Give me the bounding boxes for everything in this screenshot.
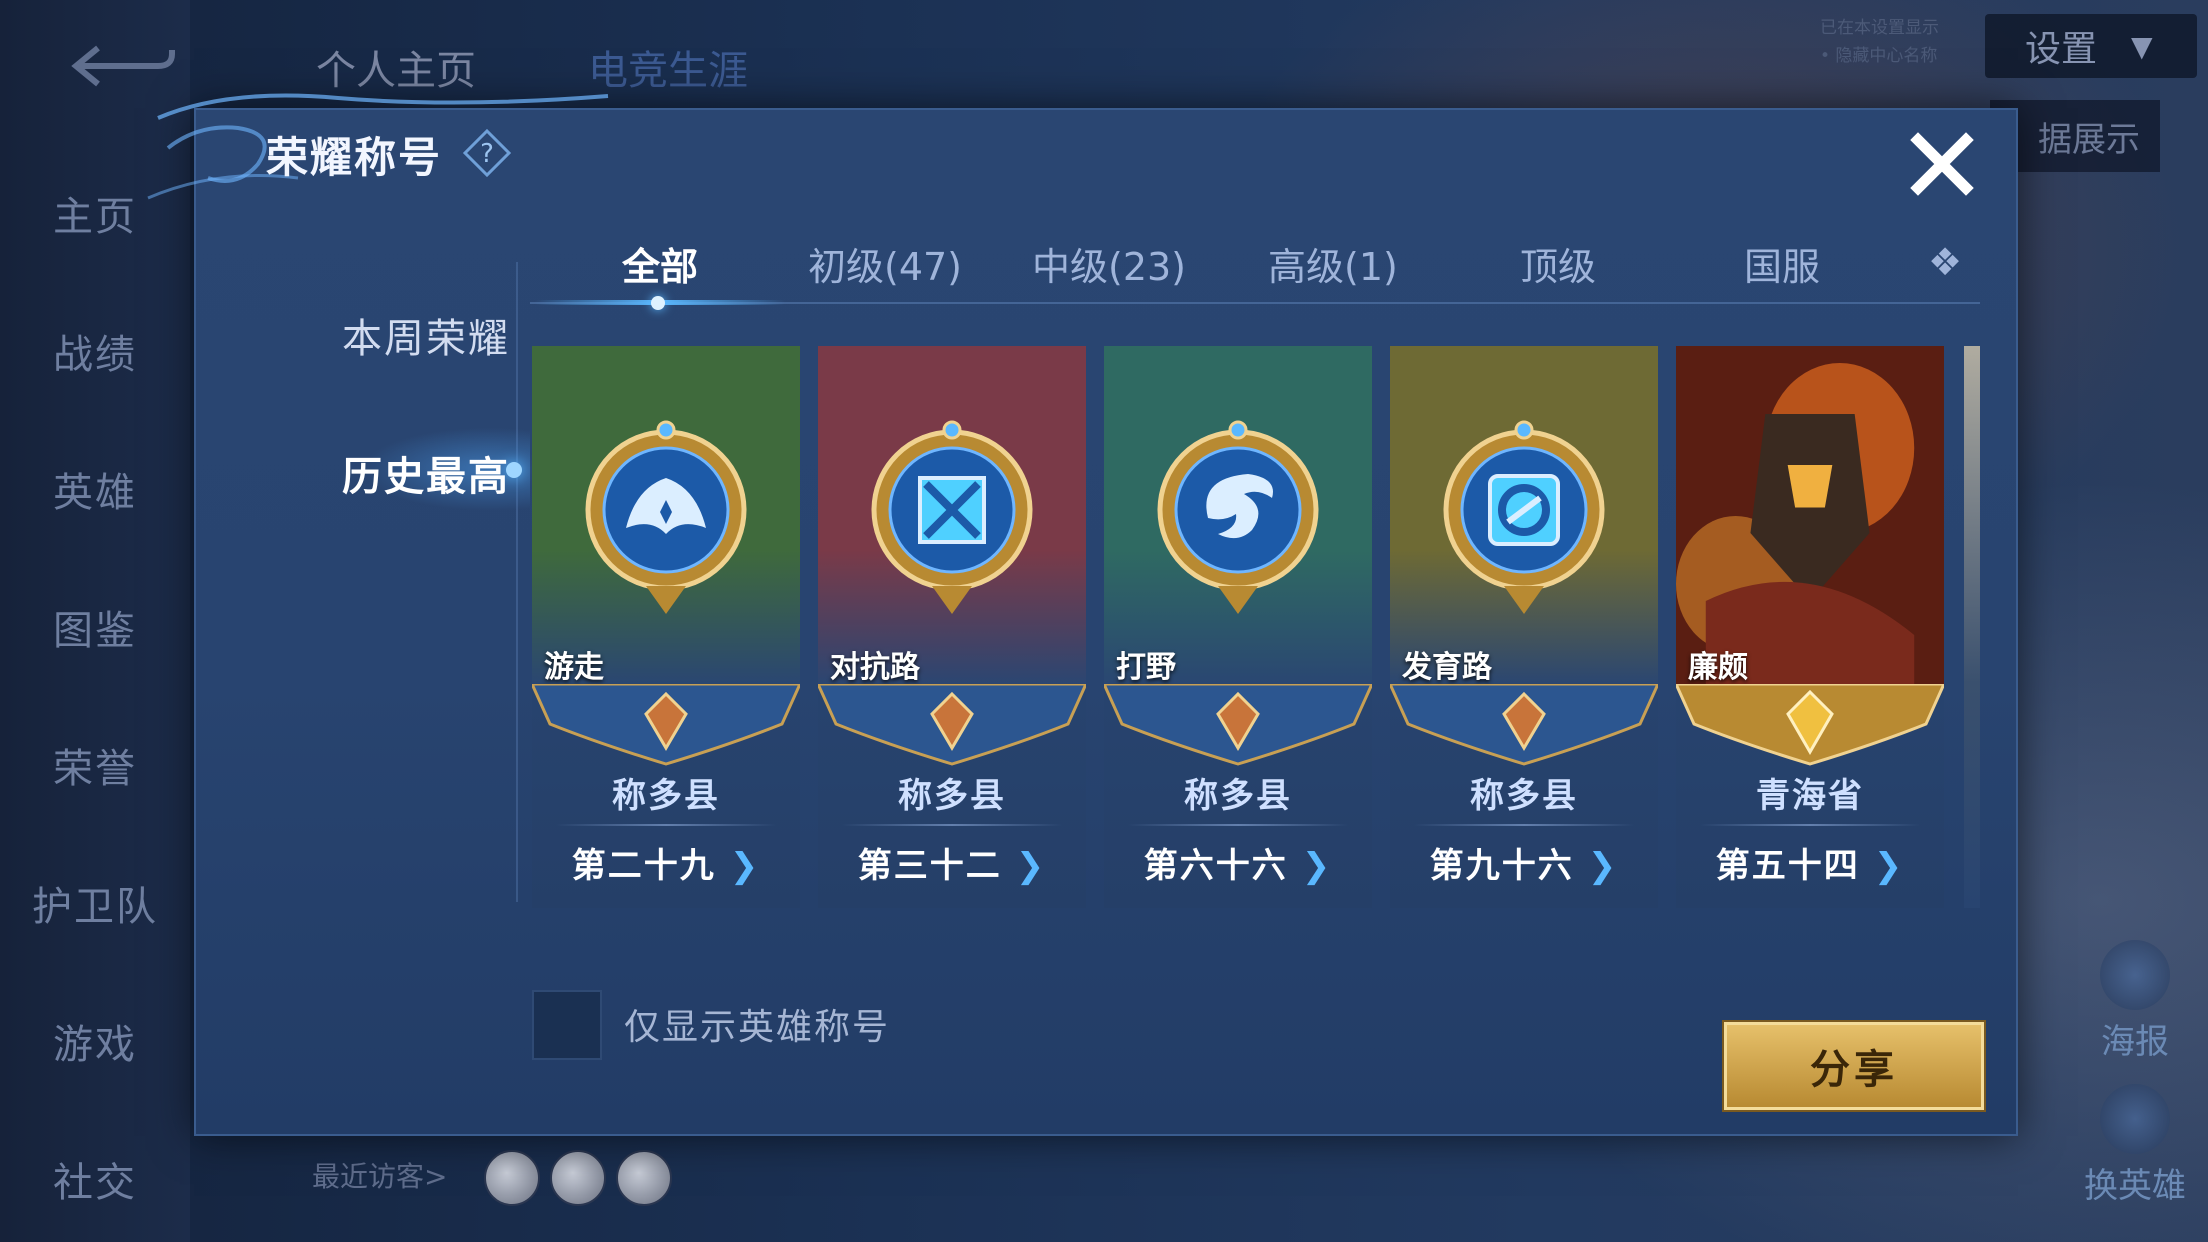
nav-item-games[interactable]: 游戏 [0,1012,190,1070]
poster-icon [2100,940,2170,1010]
rank-label: 第二十九 ❯ [532,838,800,887]
close-icon[interactable] [1910,132,1974,196]
nav-item-heroes[interactable]: 英雄 [0,460,190,518]
left-divider [516,262,518,902]
chevron-down-icon: ▼ [2131,29,2153,63]
rank-banner [818,684,1086,766]
change-hero-label: 换英雄 [2084,1166,2186,1206]
chevron-right-icon: ❯ [1873,846,1905,886]
card-divider [556,824,776,826]
svg-text:?: ? [480,139,494,169]
dialog-title: 荣耀称号 [266,133,443,182]
rank-text: 第三十二 [857,846,1002,886]
region-label: 称多县 [898,776,1006,816]
card-divider [1414,824,1634,826]
change-hero-icon [2100,1084,2170,1154]
chevron-right-icon: ❯ [729,846,761,886]
tab-all[interactable]: 全部 [622,236,698,291]
rank-text: 第六十六 [1143,846,1288,886]
tab-advanced[interactable]: 高级(1) [1268,236,1398,291]
card-divider [1128,824,1348,826]
title-card[interactable]: 对抗路 称多县 第三十二 ❯ [818,346,1086,908]
settings-label: 设置 [2025,29,2098,70]
rank-label: 第九十六 ❯ [1390,838,1658,887]
recent-visitors-link[interactable]: 最近访客> [312,1155,447,1195]
title-card[interactable]: 游走 称多县 第二十九 ❯ [532,346,800,908]
tab-intermediate[interactable]: 中级(23) [1032,236,1186,291]
card-divider [1700,824,1920,826]
rank-text: 第九十六 [1429,846,1574,886]
hero-titles-only-label[interactable]: 仅显示英雄称号 [624,998,890,1050]
tab-junior[interactable]: 初级(47) [808,236,962,291]
visitor-avatar[interactable] [616,1150,672,1206]
tab-top[interactable]: 顶级 [1520,236,1596,291]
crossed-swords-emblem-icon [871,420,1033,614]
rank-label: 第三十二 ❯ [818,838,1086,887]
share-button[interactable]: 分享 [1724,1022,1984,1110]
chevron-right-icon: ❯ [1301,846,1333,886]
nav-item-honor[interactable]: 荣誉 [0,736,190,794]
position-label: 游走 [544,650,604,685]
title-card[interactable]: 打野 称多县 第六十六 ❯ [1104,346,1372,908]
wings-emblem-icon [585,420,747,614]
region-label: 称多县 [1470,776,1578,816]
back-arrow-icon[interactable] [68,38,180,94]
settings-button[interactable]: 设置 ▼ [1985,14,2197,78]
region-label: 青海省 [1756,776,1864,816]
position-label: 廉颇 [1688,650,1748,685]
rank-label: 第六十六 ❯ [1104,838,1372,887]
rank-banner [1676,684,1944,766]
title-card[interactable]: 廉颇 青海省 第五十四 ❯ [1676,346,1944,908]
position-label: 发育路 [1402,650,1492,685]
arrow-emblem-icon [1443,420,1605,614]
filter-tabs: 全部 初级(47) 中级(23) 高级(1) 顶级 国服 [530,236,1980,306]
chevron-right-icon: ❯ [1015,846,1047,886]
record-hint-line2: • 隐藏中心名称 [1820,46,1938,66]
rank-label: 第五十四 ❯ [1676,838,1944,887]
rank-banner [1390,684,1658,766]
change-hero-button[interactable]: 换英雄 [2080,1084,2190,1207]
dragon-emblem-icon [1157,420,1319,614]
title-card[interactable]: 发育路 称多县 第九十六 ❯ [1390,346,1658,908]
position-label: 打野 [1116,650,1176,685]
visitor-avatar[interactable] [484,1150,540,1206]
nav-item-codex[interactable]: 图鉴 [0,598,190,656]
rank-banner [532,684,800,766]
nav-item-record[interactable]: 战绩 [0,322,190,380]
next-card-peek[interactable] [1964,346,1980,908]
nav-item-guard-team[interactable]: 护卫队 [0,874,190,932]
chevron-right-icon: ❯ [1587,846,1619,886]
rank-text: 第二十九 [571,846,716,886]
card-divider [842,824,1062,826]
hero-titles-only-checkbox[interactable] [532,990,602,1060]
more-tabs-icon[interactable]: ❖ [1928,240,1962,284]
active-tab-dot [651,296,665,310]
visitor-avatar[interactable] [550,1150,606,1206]
left-tab-this-week[interactable]: 本周荣耀 [240,306,510,364]
record-hint: 已在本设置显示 • 隐藏中心名称 [1820,14,1939,70]
help-icon[interactable]: ? [462,128,512,178]
poster-button[interactable]: 海报 [2080,940,2190,1063]
position-label: 对抗路 [830,650,920,685]
record-hint-line1: 已在本设置显示 [1820,18,1939,38]
poster-label: 海报 [2101,1022,2169,1062]
rank-banner [1104,684,1372,766]
left-tab-history-best[interactable]: 历史最高 [240,444,510,502]
rank-text: 第五十四 [1715,846,1860,886]
nav-item-social[interactable]: 社交 [0,1150,190,1208]
region-label: 称多县 [612,776,720,816]
hero-portrait [1676,346,1944,686]
region-label: 称多县 [1184,776,1292,816]
tab-national-server[interactable]: 国服 [1744,236,1820,291]
